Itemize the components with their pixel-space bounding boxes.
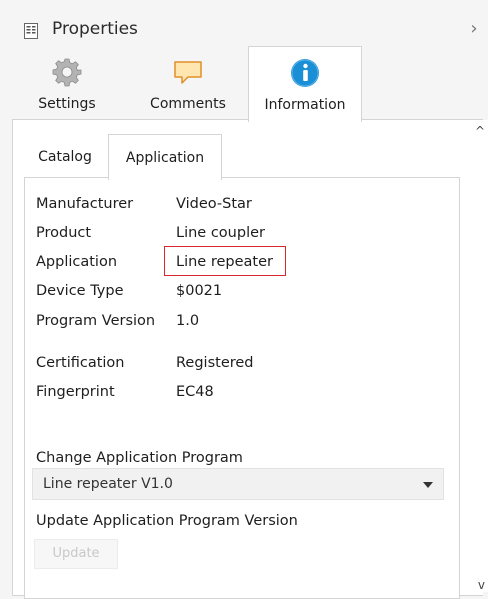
info-icon [291, 59, 319, 87]
highlight-box [164, 246, 286, 276]
properties-icon [24, 23, 38, 39]
scroll-down-icon[interactable]: v [478, 578, 485, 592]
tab-information[interactable]: Information [248, 46, 362, 122]
tab-settings[interactable]: Settings [28, 46, 106, 120]
tab-application[interactable]: Application [108, 134, 222, 180]
update-button[interactable]: Update [34, 539, 118, 569]
gear-icon [52, 58, 82, 87]
property-value: Registered [176, 355, 254, 371]
tab-catalog-label: Catalog [38, 149, 92, 165]
tab-comments[interactable]: Comments [142, 46, 234, 120]
property-value: $0021 [176, 283, 223, 299]
property-value: Video-Star [176, 196, 252, 212]
property-label: Device Type [36, 283, 124, 299]
tab-settings-label: Settings [38, 96, 96, 112]
select-value: Line repeater V1.0 [43, 476, 173, 492]
update-version-title: Update Application Program Version [36, 513, 298, 529]
property-value: EC48 [176, 384, 214, 400]
tab-catalog[interactable]: Catalog [24, 134, 106, 178]
property-value: Line coupler [176, 225, 265, 241]
change-program-title: Change Application Program [36, 450, 243, 466]
tab-application-label: Application [125, 150, 205, 166]
property-label: Product [36, 225, 92, 241]
tab-information-label: Information [264, 97, 346, 113]
property-label: Fingerprint [36, 384, 115, 400]
tab-comments-label: Comments [150, 96, 226, 112]
scroll-up-icon[interactable]: ^ [475, 124, 485, 138]
panel-header: Properties › [0, 0, 488, 46]
property-value: 1.0 [176, 313, 200, 329]
vertical-scrollbar[interactable] [472, 120, 488, 592]
property-label: Certification [36, 355, 125, 371]
application-program-select[interactable]: Line repeater V1.0 [32, 468, 444, 500]
collapse-chevron-icon[interactable]: › [464, 18, 484, 40]
chevron-down-icon [423, 482, 433, 488]
main-tabs: Settings Comments Information [0, 46, 488, 122]
property-label: Manufacturer [36, 196, 134, 212]
panel-title: Properties [52, 19, 138, 39]
comment-icon [174, 61, 202, 84]
property-label: Program Version [36, 313, 156, 329]
property-label: Application [36, 254, 118, 270]
